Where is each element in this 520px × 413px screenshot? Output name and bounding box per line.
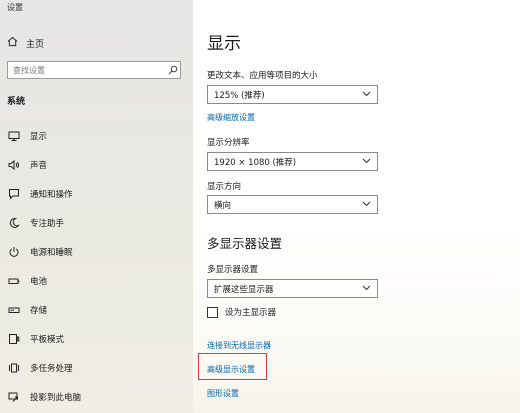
storage-icon	[7, 303, 21, 317]
sidebar-item-display[interactable]: 显示	[0, 121, 193, 150]
home-icon	[7, 36, 18, 50]
search-input[interactable]	[8, 64, 166, 76]
multi-display-value: 扩展这些显示器	[214, 284, 274, 295]
multi-display-label: 多显示器设置	[207, 265, 259, 275]
home-nav[interactable]: 主页	[7, 36, 44, 50]
scale-value: 125% (推荐)	[214, 90, 265, 101]
orientation-value: 横向	[214, 200, 232, 211]
multi-display-heading: 多显示器设置	[207, 236, 283, 251]
monitor-icon	[7, 129, 21, 143]
scale-dropdown[interactable]: 125% (推荐)	[207, 85, 378, 104]
chevron-down-icon	[362, 90, 371, 100]
main-display-checkbox[interactable]	[207, 306, 218, 318]
tablet-icon	[7, 332, 21, 346]
resolution-label: 显示分辨率	[207, 138, 250, 148]
moon-icon	[7, 216, 21, 230]
sidebar-item-label: 存储	[30, 305, 48, 316]
sidebar-item-project[interactable]: 投影到此电脑	[0, 382, 193, 411]
sidebar-item-label: 多任务处理	[30, 363, 73, 374]
sidebar-item-multitasking[interactable]: 多任务处理	[0, 353, 193, 382]
main-display-label: 设为主显示器	[225, 308, 277, 318]
advanced-display-link[interactable]: 高级显示设置	[207, 364, 255, 375]
sidebar-item-label: 显示	[30, 131, 48, 142]
scale-label: 更改文本、应用等项目的大小	[207, 71, 318, 81]
speaker-icon	[7, 158, 21, 172]
battery-icon	[7, 274, 21, 288]
page-title: 显示	[207, 34, 241, 54]
notification-icon	[7, 187, 21, 201]
project-icon	[7, 390, 21, 404]
sidebar-item-focus-assist[interactable]: 专注助手	[0, 208, 193, 237]
chevron-down-icon	[362, 284, 371, 294]
sidebar-nav: 显示 声音 通知和操作 专注助手 电源和睡眠 电池 存储 平板模式 多任务处理 …	[0, 121, 193, 411]
sidebar-item-power-sleep[interactable]: 电源和睡眠	[0, 237, 193, 266]
sidebar-item-notifications[interactable]: 通知和操作	[0, 179, 193, 208]
search-box[interactable]	[7, 61, 181, 79]
main-display-option: 设为主显示器	[207, 306, 276, 318]
sidebar-item-label: 通知和操作	[30, 189, 73, 200]
sidebar-item-label: 电源和睡眠	[30, 247, 73, 258]
sidebar: 设置 主页 系统 显示 声音 通知和操作 专注助手	[0, 0, 193, 413]
power-icon	[7, 245, 21, 259]
home-label: 主页	[26, 39, 45, 50]
multi-display-dropdown[interactable]: 扩展这些显示器	[207, 279, 378, 298]
sidebar-item-label: 专注助手	[30, 218, 65, 229]
wireless-display-link[interactable]: 连接到无线显示器	[207, 340, 271, 351]
sidebar-item-tablet-mode[interactable]: 平板模式	[0, 324, 193, 353]
sidebar-item-label: 声音	[30, 160, 48, 171]
resolution-value: 1920 × 1080 (推荐)	[214, 157, 297, 168]
graphics-settings-link[interactable]: 图形设置	[207, 388, 239, 399]
sidebar-item-label: 电池	[30, 276, 48, 287]
search-icon[interactable]	[166, 65, 180, 75]
sidebar-item-label: 投影到此电脑	[30, 392, 82, 403]
main-content: 显示 更改文本、应用等项目的大小 125% (推荐) 高级缩放设置 显示分辨率 …	[193, 0, 520, 413]
sidebar-item-sound[interactable]: 声音	[0, 150, 193, 179]
orientation-label: 显示方向	[207, 182, 242, 192]
sidebar-item-battery[interactable]: 电池	[0, 266, 193, 295]
multitask-icon	[7, 361, 21, 375]
window-title: 设置	[7, 3, 23, 12]
orientation-dropdown[interactable]: 横向	[207, 195, 378, 214]
chevron-down-icon	[362, 157, 371, 167]
advanced-scaling-link[interactable]: 高级缩放设置	[207, 112, 255, 123]
resolution-dropdown[interactable]: 1920 × 1080 (推荐)	[207, 152, 378, 171]
sidebar-item-label: 平板模式	[30, 334, 65, 345]
section-title: 系统	[7, 97, 26, 107]
chevron-down-icon	[362, 200, 371, 210]
sidebar-item-storage[interactable]: 存储	[0, 295, 193, 324]
